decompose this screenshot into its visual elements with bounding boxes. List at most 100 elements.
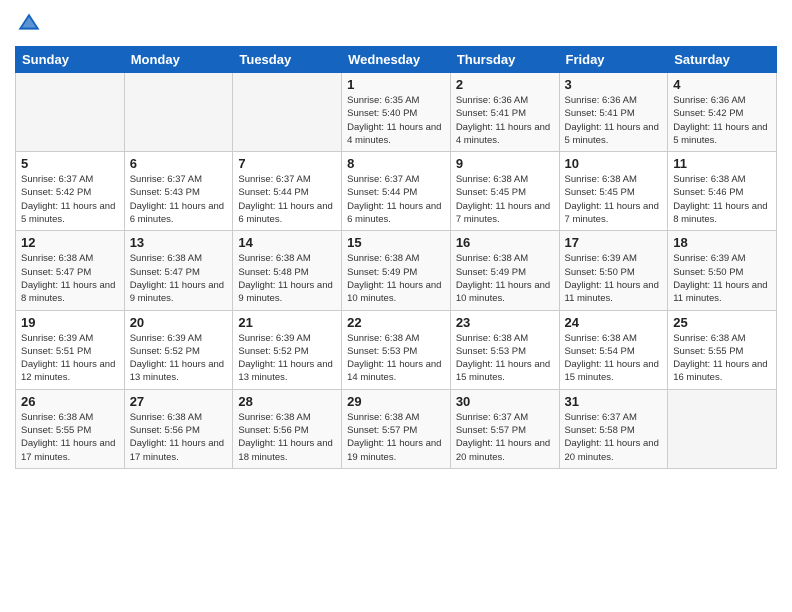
calendar-cell: 31 Sunrise: 6:37 AM Sunset: 5:58 PM Dayli… bbox=[559, 389, 668, 468]
day-number: 26 bbox=[21, 394, 119, 409]
day-number: 28 bbox=[238, 394, 336, 409]
calendar-cell: 13 Sunrise: 6:38 AM Sunset: 5:47 PM Dayli… bbox=[124, 231, 233, 310]
calendar-cell: 26 Sunrise: 6:38 AM Sunset: 5:55 PM Dayli… bbox=[16, 389, 125, 468]
weekday-header-thursday: Thursday bbox=[450, 47, 559, 73]
day-number: 30 bbox=[456, 394, 554, 409]
day-number: 29 bbox=[347, 394, 445, 409]
calendar-cell: 8 Sunrise: 6:37 AM Sunset: 5:44 PM Daylig… bbox=[342, 152, 451, 231]
day-number: 12 bbox=[21, 235, 119, 250]
calendar-cell: 6Sunrise: 6:37 AM Sunset: 5:43 PM Daylig… bbox=[124, 152, 233, 231]
calendar-cell: 22 Sunrise: 6:38 AM Sunset: 5:53 PM Dayli… bbox=[342, 310, 451, 389]
day-info: Sunrise: 6:37 AM Sunset: 5:58 PM Dayligh… bbox=[565, 411, 663, 464]
day-number: 22 bbox=[347, 315, 445, 330]
calendar-cell: 21Sunrise: 6:39 AM Sunset: 5:52 PM Dayli… bbox=[233, 310, 342, 389]
calendar-table: SundayMondayTuesdayWednesdayThursdayFrid… bbox=[15, 46, 777, 469]
day-number: 31 bbox=[565, 394, 663, 409]
weekday-header-wednesday: Wednesday bbox=[342, 47, 451, 73]
calendar-cell: 23Sunrise: 6:38 AM Sunset: 5:53 PM Dayli… bbox=[450, 310, 559, 389]
calendar-cell: 4 Sunrise: 6:36 AM Sunset: 5:42 PM Daylig… bbox=[668, 73, 777, 152]
calendar-cell: 15 Sunrise: 6:38 AM Sunset: 5:49 PM Dayli… bbox=[342, 231, 451, 310]
calendar-cell: 29Sunrise: 6:38 AM Sunset: 5:57 PM Dayli… bbox=[342, 389, 451, 468]
day-info: Sunrise: 6:38 AM Sunset: 5:49 PM Dayligh… bbox=[347, 252, 445, 305]
calendar-cell: 17 Sunrise: 6:39 AM Sunset: 5:50 PM Dayli… bbox=[559, 231, 668, 310]
day-number: 10 bbox=[565, 156, 663, 171]
day-info: Sunrise: 6:38 AM Sunset: 5:47 PM Dayligh… bbox=[21, 252, 119, 305]
day-number: 27 bbox=[130, 394, 228, 409]
header bbox=[15, 10, 777, 38]
calendar-week-1: 1Sunrise: 6:35 AM Sunset: 5:40 PM Daylig… bbox=[16, 73, 777, 152]
calendar-cell: 30 Sunrise: 6:37 AM Sunset: 5:57 PM Dayli… bbox=[450, 389, 559, 468]
day-number: 25 bbox=[673, 315, 771, 330]
day-info: Sunrise: 6:37 AM Sunset: 5:44 PM Dayligh… bbox=[238, 173, 336, 226]
weekday-header-row: SundayMondayTuesdayWednesdayThursdayFrid… bbox=[16, 47, 777, 73]
logo bbox=[15, 10, 47, 38]
day-number: 17 bbox=[565, 235, 663, 250]
day-info: Sunrise: 6:38 AM Sunset: 5:55 PM Dayligh… bbox=[673, 332, 771, 385]
day-number: 6 bbox=[130, 156, 228, 171]
calendar-week-3: 12 Sunrise: 6:38 AM Sunset: 5:47 PM Dayli… bbox=[16, 231, 777, 310]
day-info: Sunrise: 6:39 AM Sunset: 5:50 PM Dayligh… bbox=[565, 252, 663, 305]
day-number: 11 bbox=[673, 156, 771, 171]
day-info: Sunrise: 6:39 AM Sunset: 5:52 PM Dayligh… bbox=[130, 332, 228, 385]
day-number: 2 bbox=[456, 77, 554, 92]
calendar-cell: 24Sunrise: 6:38 AM Sunset: 5:54 PM Dayli… bbox=[559, 310, 668, 389]
day-number: 1 bbox=[347, 77, 445, 92]
day-number: 15 bbox=[347, 235, 445, 250]
day-info: Sunrise: 6:38 AM Sunset: 5:47 PM Dayligh… bbox=[130, 252, 228, 305]
day-info: Sunrise: 6:39 AM Sunset: 5:51 PM Dayligh… bbox=[21, 332, 119, 385]
weekday-header-saturday: Saturday bbox=[668, 47, 777, 73]
day-number: 19 bbox=[21, 315, 119, 330]
day-number: 3 bbox=[565, 77, 663, 92]
day-number: 9 bbox=[456, 156, 554, 171]
calendar-cell: 5 Sunrise: 6:37 AM Sunset: 5:42 PM Daylig… bbox=[16, 152, 125, 231]
weekday-header-friday: Friday bbox=[559, 47, 668, 73]
day-number: 21 bbox=[238, 315, 336, 330]
calendar-cell: 18 Sunrise: 6:39 AM Sunset: 5:50 PM Dayli… bbox=[668, 231, 777, 310]
calendar-cell: 3 Sunrise: 6:36 AM Sunset: 5:41 PM Daylig… bbox=[559, 73, 668, 152]
calendar-cell bbox=[233, 73, 342, 152]
calendar-cell: 27 Sunrise: 6:38 AM Sunset: 5:56 PM Dayli… bbox=[124, 389, 233, 468]
calendar-cell bbox=[668, 389, 777, 468]
day-info: Sunrise: 6:38 AM Sunset: 5:45 PM Dayligh… bbox=[456, 173, 554, 226]
weekday-header-sunday: Sunday bbox=[16, 47, 125, 73]
calendar-week-2: 5 Sunrise: 6:37 AM Sunset: 5:42 PM Daylig… bbox=[16, 152, 777, 231]
weekday-header-monday: Monday bbox=[124, 47, 233, 73]
calendar-cell bbox=[16, 73, 125, 152]
calendar-cell bbox=[124, 73, 233, 152]
day-number: 4 bbox=[673, 77, 771, 92]
day-number: 5 bbox=[21, 156, 119, 171]
day-info: Sunrise: 6:39 AM Sunset: 5:50 PM Dayligh… bbox=[673, 252, 771, 305]
calendar-cell: 2 Sunrise: 6:36 AM Sunset: 5:41 PM Daylig… bbox=[450, 73, 559, 152]
day-info: Sunrise: 6:38 AM Sunset: 5:56 PM Dayligh… bbox=[238, 411, 336, 464]
calendar-week-5: 26 Sunrise: 6:38 AM Sunset: 5:55 PM Dayli… bbox=[16, 389, 777, 468]
calendar-cell: 12 Sunrise: 6:38 AM Sunset: 5:47 PM Dayli… bbox=[16, 231, 125, 310]
day-info: Sunrise: 6:37 AM Sunset: 5:57 PM Dayligh… bbox=[456, 411, 554, 464]
day-info: Sunrise: 6:38 AM Sunset: 5:48 PM Dayligh… bbox=[238, 252, 336, 305]
day-info: Sunrise: 6:38 AM Sunset: 5:53 PM Dayligh… bbox=[456, 332, 554, 385]
calendar-cell: 1Sunrise: 6:35 AM Sunset: 5:40 PM Daylig… bbox=[342, 73, 451, 152]
day-number: 16 bbox=[456, 235, 554, 250]
day-number: 8 bbox=[347, 156, 445, 171]
day-info: Sunrise: 6:38 AM Sunset: 5:53 PM Dayligh… bbox=[347, 332, 445, 385]
calendar-cell: 9 Sunrise: 6:38 AM Sunset: 5:45 PM Daylig… bbox=[450, 152, 559, 231]
day-info: Sunrise: 6:36 AM Sunset: 5:41 PM Dayligh… bbox=[456, 94, 554, 147]
calendar-week-4: 19 Sunrise: 6:39 AM Sunset: 5:51 PM Dayli… bbox=[16, 310, 777, 389]
logo-icon bbox=[15, 10, 43, 38]
day-info: Sunrise: 6:38 AM Sunset: 5:55 PM Dayligh… bbox=[21, 411, 119, 464]
day-info: Sunrise: 6:38 AM Sunset: 5:56 PM Dayligh… bbox=[130, 411, 228, 464]
calendar-cell: 28 Sunrise: 6:38 AM Sunset: 5:56 PM Dayli… bbox=[233, 389, 342, 468]
day-number: 13 bbox=[130, 235, 228, 250]
calendar-cell: 11 Sunrise: 6:38 AM Sunset: 5:46 PM Dayli… bbox=[668, 152, 777, 231]
weekday-header-tuesday: Tuesday bbox=[233, 47, 342, 73]
day-info: Sunrise: 6:38 AM Sunset: 5:46 PM Dayligh… bbox=[673, 173, 771, 226]
calendar-cell: 19 Sunrise: 6:39 AM Sunset: 5:51 PM Dayli… bbox=[16, 310, 125, 389]
day-info: Sunrise: 6:37 AM Sunset: 5:42 PM Dayligh… bbox=[21, 173, 119, 226]
day-info: Sunrise: 6:36 AM Sunset: 5:42 PM Dayligh… bbox=[673, 94, 771, 147]
day-info: Sunrise: 6:37 AM Sunset: 5:44 PM Dayligh… bbox=[347, 173, 445, 226]
day-info: Sunrise: 6:36 AM Sunset: 5:41 PM Dayligh… bbox=[565, 94, 663, 147]
day-number: 18 bbox=[673, 235, 771, 250]
calendar-cell: 20Sunrise: 6:39 AM Sunset: 5:52 PM Dayli… bbox=[124, 310, 233, 389]
day-info: Sunrise: 6:38 AM Sunset: 5:49 PM Dayligh… bbox=[456, 252, 554, 305]
calendar-cell: 16 Sunrise: 6:38 AM Sunset: 5:49 PM Dayli… bbox=[450, 231, 559, 310]
calendar-cell: 14Sunrise: 6:38 AM Sunset: 5:48 PM Dayli… bbox=[233, 231, 342, 310]
